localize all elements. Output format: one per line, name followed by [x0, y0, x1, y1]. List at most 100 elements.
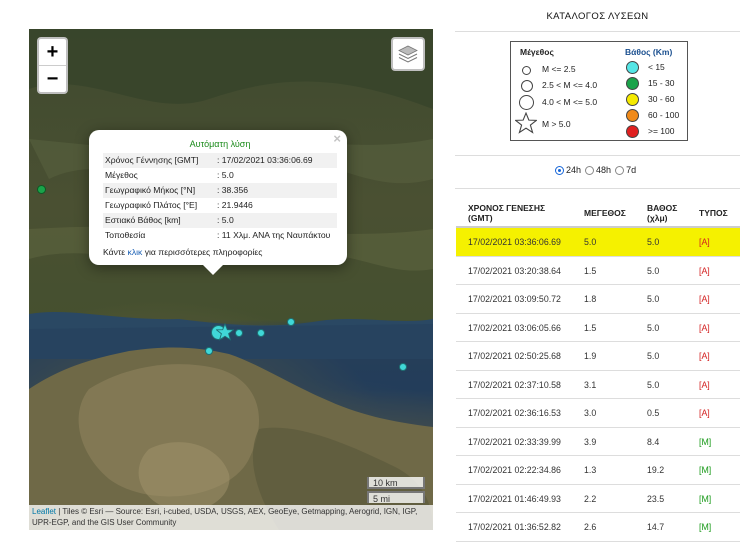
cell-time: 17/02/2021 02:36:16.53	[468, 408, 561, 418]
depth-red-dot-icon	[626, 125, 639, 138]
popup-title: Αυτόματη λύση	[189, 139, 251, 149]
popup-row: Τοποθεσία: 11 Χλμ. ΑΝΑ της Ναυπάκτου	[103, 228, 337, 243]
table-row[interactable]: 17/02/2021 03:06:05.66 1.5 5.0 [A]	[456, 314, 740, 342]
layers-icon	[398, 45, 418, 63]
earthquake-marker[interactable]	[205, 347, 213, 355]
col-depth[interactable]: ΒΑΘΟΣ (χλμ)	[647, 203, 687, 223]
more-prefix: Κάντε	[103, 247, 128, 257]
table-row[interactable]: 17/02/2021 01:36:52.82 2.6 14.7 [M]	[456, 513, 740, 542]
depth-cyan-dot-icon	[626, 61, 639, 74]
cell-depth: 5.0	[647, 379, 660, 390]
zoom-out-button[interactable]: −	[39, 65, 66, 92]
cell-depth: 14.7	[647, 522, 665, 532]
layers-button[interactable]	[391, 37, 425, 71]
cell-type[interactable]: [M]	[699, 522, 711, 532]
popup-label: Χρόνος Γέννησης [GMT]	[103, 153, 215, 168]
popup-row: Μέγεθος : 5.0	[103, 168, 337, 183]
cell-depth: 0.5	[647, 408, 660, 418]
more-suffix: για περισσότερες πληροφορίες	[142, 247, 263, 257]
popup-value: : 17/02/2021 03:36:06.69	[215, 153, 337, 168]
popup-row: Χρόνος Γέννησης [GMT]: 17/02/2021 03:36:…	[103, 153, 337, 168]
popup-more-info: Κάντε κλικ για περισσότερες πληροφορίες	[103, 247, 337, 257]
time-filter-group: 24h 48h 7d	[555, 165, 638, 175]
cell-magnitude: 2.6	[584, 522, 597, 532]
more-info-link[interactable]: κλικ	[128, 247, 143, 257]
popup-label: Μέγεθος	[105, 170, 138, 180]
legend: Μέγεθος Βάθος (Km) M <= 2.5 2.5 < M <= 4…	[510, 41, 688, 141]
cell-type[interactable]: [M]	[699, 494, 711, 504]
filter-label: 48h	[596, 165, 612, 175]
table-row[interactable]: 17/02/2021 03:20:38.64 1.5 5.0 [A]	[456, 257, 740, 285]
events-table: ΧΡΟΝΟΣ ΓΕΝΕΣΗΣ (GMT) ΜΕΓΕΘΟΣ ΒΑΘΟΣ (χλμ)…	[456, 198, 740, 542]
popup-value: : 5.0	[217, 170, 234, 180]
legend-depth-5: >= 100	[648, 126, 675, 136]
table-row[interactable]: 17/02/2021 02:22:34.86 1.3 19.2 [M]	[456, 456, 740, 485]
cell-time: 17/02/2021 03:20:38.64	[468, 265, 561, 276]
popup-details-table: Χρόνος Γέννησης [GMT]: 17/02/2021 03:36:…	[103, 153, 337, 243]
filter-7d[interactable]: 7d	[615, 165, 636, 175]
earthquake-marker[interactable]	[287, 318, 295, 326]
table-row[interactable]: 17/02/2021 02:33:39.99 3.9 8.4 [M]	[456, 428, 740, 456]
depth-green-dot-icon	[626, 77, 639, 90]
satellite-terrain	[29, 29, 433, 530]
cell-type[interactable]: [M]	[699, 437, 711, 447]
cell-magnitude: 1.3	[584, 465, 597, 475]
legend-depth-1: < 15	[648, 62, 665, 72]
filter-label: 7d	[626, 165, 637, 175]
table-row[interactable]: 17/02/2021 01:46:49.93 2.2 23.5 [M]	[456, 485, 740, 513]
large-circle-icon	[519, 95, 534, 110]
radio-icon[interactable]	[555, 165, 564, 175]
map-view[interactable]: + − 10 km 5 mi Leaflet | Tiles © Esri — …	[29, 29, 433, 530]
leaflet-link[interactable]: Leaflet	[32, 507, 56, 516]
zoom-in-button[interactable]: +	[39, 39, 66, 65]
radio-icon[interactable]	[585, 165, 595, 175]
earthquake-marker[interactable]	[37, 185, 46, 194]
popup-label: Τοποθεσία	[105, 230, 146, 240]
legend-mag-1: M <= 2.5	[542, 64, 576, 74]
cell-type[interactable]: [A]	[699, 351, 710, 361]
filter-divider	[455, 188, 740, 189]
table-row[interactable]: 17/02/2021 02:50:25.68 1.9 5.0 [A]	[456, 342, 740, 371]
table-row[interactable]: 17/02/2021 03:36:06.69 5.0 5.0 [A]	[456, 228, 740, 257]
col-magnitude[interactable]: ΜΕΓΕΘΟΣ	[584, 208, 626, 218]
popup-close-button[interactable]: ×	[333, 132, 341, 146]
table-row[interactable]: 17/02/2021 03:09:50.72 1.8 5.0 [A]	[456, 285, 740, 314]
cell-magnitude: 3.0	[584, 408, 597, 418]
earthquake-marker[interactable]	[257, 329, 265, 337]
cell-type[interactable]: [A]	[699, 380, 710, 390]
filter-24h[interactable]: 24h	[555, 165, 581, 175]
cell-type[interactable]: [A]	[699, 266, 710, 276]
cell-type[interactable]: [A]	[699, 237, 710, 247]
cell-type[interactable]: [A]	[699, 323, 710, 333]
popup-value: : 38.356	[215, 183, 337, 198]
table-row[interactable]: 17/02/2021 02:37:10.58 3.1 5.0 [A]	[456, 371, 740, 399]
small-circle-icon	[522, 66, 531, 75]
title-divider	[455, 31, 740, 32]
depth-orange-dot-icon	[626, 109, 639, 122]
earthquake-marker[interactable]	[399, 363, 407, 371]
scale-km: 10 km	[367, 477, 425, 489]
radio-icon[interactable]	[615, 165, 625, 175]
cell-type[interactable]: [A]	[699, 408, 710, 418]
mainshock-star-icon[interactable]	[216, 323, 234, 341]
cell-depth: 5.0	[647, 322, 660, 333]
cell-magnitude: 3.9	[584, 436, 597, 447]
col-time[interactable]: ΧΡΟΝΟΣ ΓΕΝΕΣΗΣ (GMT)	[468, 203, 568, 223]
cell-type[interactable]: [M]	[699, 465, 711, 475]
popup-value: : 21.9446	[217, 200, 253, 210]
cell-magnitude: 1.8	[584, 294, 597, 304]
col-type[interactable]: ΤΥΠΟΣ	[699, 208, 728, 218]
cell-depth: 5.0	[647, 237, 660, 247]
catalog-title: ΚΑΤΑΛΟΓΟΣ ΛΥΣΕΩΝ	[546, 11, 649, 22]
attribution-text: | Tiles © Esri — Source: Esri, i-cubed, …	[32, 507, 418, 527]
legend-mag-4: M > 5.0	[542, 119, 571, 129]
earthquake-marker[interactable]	[235, 329, 243, 337]
popup-row: Γεωγραφικό Πλάτος [°E] : 21.9446	[103, 198, 337, 213]
table-row[interactable]: 17/02/2021 02:36:16.53 3.0 0.5 [A]	[456, 399, 740, 428]
popup-label: Γεωγραφικό Πλάτος [°E]	[105, 200, 198, 210]
earthquake-popup: × Αυτόματη λύση Χρόνος Γέννησης [GMT]: 1…	[89, 130, 347, 275]
cell-depth: 19.2	[647, 465, 665, 475]
depth-yellow-dot-icon	[626, 93, 639, 106]
cell-type[interactable]: [A]	[699, 294, 710, 304]
filter-48h[interactable]: 48h	[585, 165, 611, 175]
